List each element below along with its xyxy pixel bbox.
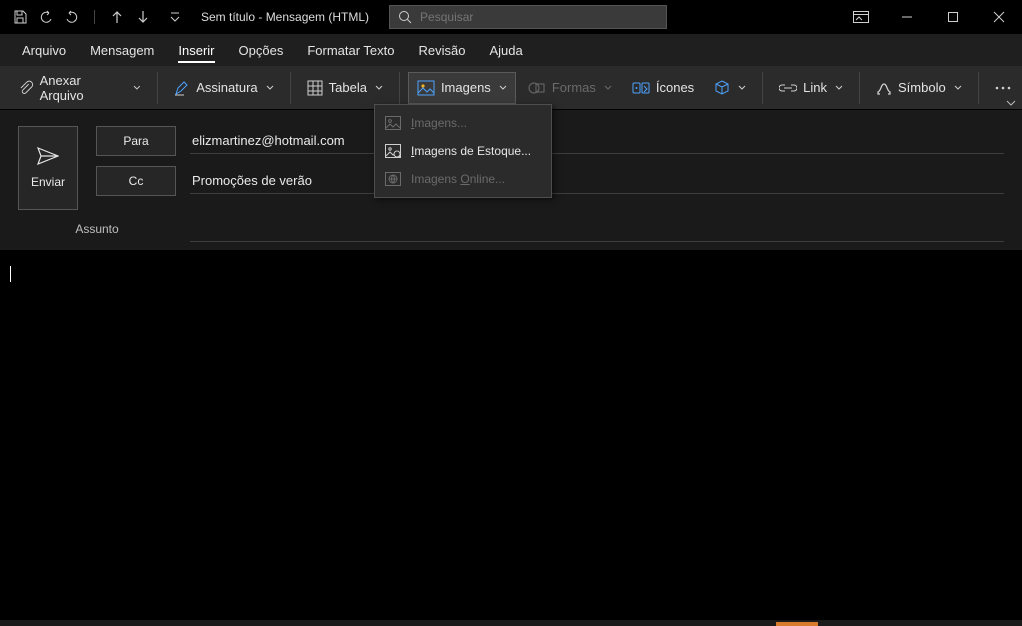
omega-icon [876, 80, 892, 96]
ribbon-separator [290, 72, 291, 104]
chevron-down-icon [604, 84, 612, 92]
paperclip-icon [18, 80, 34, 96]
to-input[interactable] [190, 128, 1004, 154]
signature-label: Assinatura [196, 80, 257, 95]
send-icon [37, 147, 59, 165]
images-button[interactable]: Imagens [408, 72, 516, 104]
ribbon-separator [978, 72, 979, 104]
ribbon-overflow-button[interactable] [995, 85, 1022, 91]
online-images-icon [385, 171, 401, 187]
subject-input[interactable] [190, 216, 1004, 242]
tab-review[interactable]: Revisão [407, 34, 478, 66]
ribbon-display-options-icon[interactable] [838, 2, 884, 32]
images-label: Imagens [441, 80, 491, 95]
send-label: Enviar [31, 175, 65, 189]
ribbon-separator [399, 72, 400, 104]
redo-icon[interactable] [64, 9, 80, 25]
ribbon-separator [157, 72, 158, 104]
symbol-label: Símbolo [898, 80, 946, 95]
qat-separator [94, 10, 95, 24]
tab-format-text[interactable]: Formatar Texto [295, 34, 406, 66]
menu-label: Imagens... [411, 116, 467, 130]
quick-access-toolbar [0, 9, 183, 25]
link-button[interactable]: Link [771, 72, 851, 104]
chevron-down-icon [499, 84, 507, 92]
menu-images-from-file: Imagens... [375, 109, 551, 137]
window-controls [838, 2, 1022, 32]
next-item-icon[interactable] [135, 9, 151, 25]
menu-label: Imagens de Estoque... [411, 144, 531, 158]
message-body[interactable] [0, 240, 1022, 620]
cc-input[interactable] [190, 168, 1004, 194]
minimize-button[interactable] [884, 2, 930, 32]
qat-customize-icon[interactable] [167, 9, 183, 25]
signature-icon [174, 80, 190, 96]
undo-icon[interactable] [38, 9, 54, 25]
status-accent [776, 622, 818, 626]
to-button[interactable]: Para [96, 126, 176, 156]
title-bar: Sem título - Mensagem (HTML) [0, 0, 1022, 34]
table-label: Tabela [329, 80, 367, 95]
tab-help[interactable]: Ajuda [477, 34, 534, 66]
table-button[interactable]: Tabela [299, 72, 391, 104]
previous-item-icon[interactable] [109, 9, 125, 25]
save-icon[interactable] [12, 9, 28, 25]
collapse-ribbon-icon[interactable] [1006, 99, 1016, 107]
chevron-down-icon [375, 84, 383, 92]
cube-icon [714, 80, 730, 96]
shapes-icon [528, 80, 546, 96]
picture-icon [417, 80, 435, 96]
table-icon [307, 80, 323, 96]
signature-button[interactable]: Assinatura [166, 72, 281, 104]
search-icon [398, 10, 412, 24]
send-button[interactable]: Enviar [18, 126, 78, 210]
text-cursor [10, 266, 11, 282]
close-button[interactable] [976, 2, 1022, 32]
shapes-button[interactable]: Formas [520, 72, 620, 104]
symbol-button[interactable]: Símbolo [868, 72, 970, 104]
attach-file-button[interactable]: Anexar Arquivo [10, 72, 149, 104]
search-box[interactable] [389, 5, 667, 29]
status-bar [0, 622, 1022, 626]
link-icon [779, 81, 797, 95]
subject-row: Assunto [18, 216, 1004, 242]
icons-label: Ícones [656, 80, 694, 95]
images-dropdown: Imagens... Imagens de Estoque... Imagens… [374, 104, 552, 198]
chevron-down-icon [266, 84, 274, 92]
ribbon-separator [762, 72, 763, 104]
menu-label: Imagens Online... [411, 172, 505, 186]
cc-button[interactable]: Cc [96, 166, 176, 196]
chevron-down-icon [738, 84, 746, 92]
chevron-down-icon [133, 84, 141, 92]
link-label: Link [803, 80, 827, 95]
icons-icon [632, 80, 650, 96]
subject-label: Assunto [18, 222, 176, 236]
chevron-down-icon [954, 84, 962, 92]
search-input[interactable] [420, 10, 658, 24]
3dmodels-button[interactable] [706, 72, 754, 104]
maximize-button[interactable] [930, 2, 976, 32]
menu-stock-images[interactable]: Imagens de Estoque... [375, 137, 551, 165]
chevron-down-icon [835, 84, 843, 92]
window-title: Sem título - Mensagem (HTML) [201, 10, 369, 24]
tab-options[interactable]: Opções [227, 34, 296, 66]
shapes-label: Formas [552, 80, 596, 95]
ribbon-tabs: Arquivo Mensagem Inserir Opções Formatar… [0, 34, 1022, 66]
stock-images-icon [385, 143, 401, 159]
icons-button[interactable]: Ícones [624, 72, 702, 104]
tab-insert[interactable]: Inserir [166, 34, 226, 66]
ribbon-separator [859, 72, 860, 104]
menu-online-images: Imagens Online... [375, 165, 551, 193]
attach-file-label: Anexar Arquivo [40, 73, 126, 103]
tab-message[interactable]: Mensagem [78, 34, 166, 66]
tab-file[interactable]: Arquivo [10, 34, 78, 66]
picture-icon [385, 115, 401, 131]
